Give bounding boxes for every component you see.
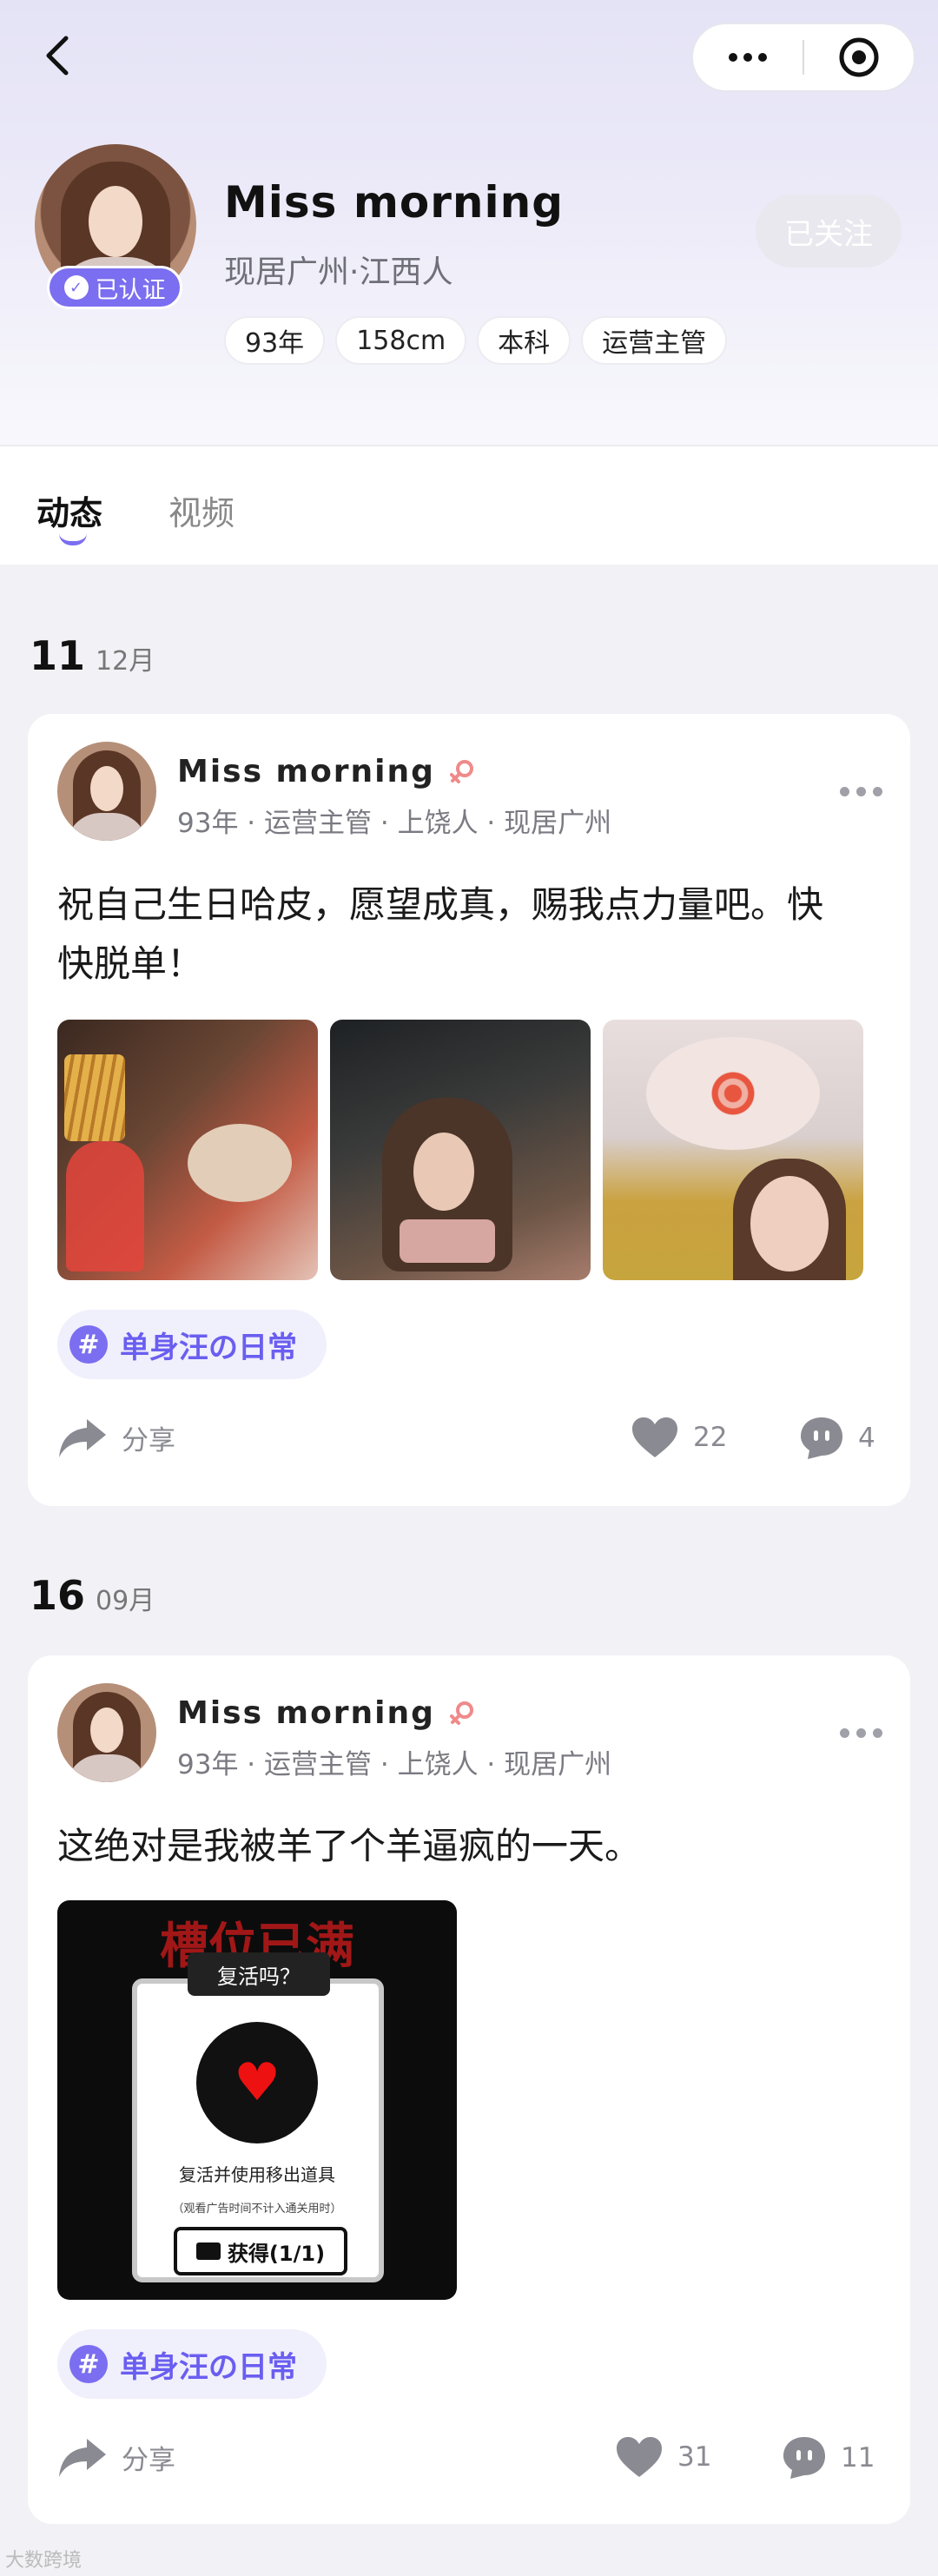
close-mini-program-button[interactable] xyxy=(804,24,914,90)
back-icon xyxy=(46,36,69,76)
post-card[interactable]: Miss morning 93年 · 运营主管 · 上饶人 · 现居广州 祝自己… xyxy=(28,714,910,1506)
post-image[interactable]: 槽位已满 复活吗？ ♥ 复活并使用移出道具 （观看广告时间不计入通关用时） 获得… xyxy=(57,1900,457,2300)
share-label: 分享 xyxy=(122,2444,175,2476)
heart-icon xyxy=(617,2437,662,2477)
share-button[interactable]: 分享 xyxy=(57,2435,175,2479)
author-avatar[interactable] xyxy=(57,742,156,841)
post-day: 16 xyxy=(30,1572,86,1619)
post-more-button[interactable] xyxy=(840,1728,882,1738)
share-button[interactable]: 分享 xyxy=(57,1416,175,1459)
tag-height: 158cm xyxy=(335,316,467,365)
game-button-label: 获得(1/1) xyxy=(227,2241,326,2266)
like-button[interactable]: 22 xyxy=(631,1416,727,1459)
tab-videos[interactable]: 视频 xyxy=(168,486,234,534)
post-month: 12月 xyxy=(96,646,155,677)
share-icon xyxy=(59,2439,106,2477)
post-card[interactable]: Miss morning 93年 · 运营主管 · 上饶人 · 现居广州 这绝对… xyxy=(28,1655,910,2524)
comment-icon xyxy=(801,1417,842,1459)
female-icon xyxy=(449,1701,473,1725)
hashtag-icon: # xyxy=(69,1325,108,1364)
heart-icon: ♥ xyxy=(196,2022,318,2143)
tag-job: 运营主管 xyxy=(581,316,728,365)
more-dot-icon xyxy=(840,1728,849,1738)
more-button[interactable] xyxy=(693,24,803,90)
heart-icon xyxy=(632,1417,677,1457)
hashtag-icon: # xyxy=(69,2345,108,2383)
post-image[interactable] xyxy=(57,1020,318,1280)
tag-age: 93年 xyxy=(224,316,326,365)
comment-button[interactable]: 11 xyxy=(782,2435,875,2480)
female-icon xyxy=(449,759,473,783)
post-image[interactable] xyxy=(603,1020,863,1280)
mini-program-capsule xyxy=(691,23,915,92)
topic-label: 单身汪の日常 xyxy=(120,1330,297,1365)
like-count: 31 xyxy=(677,2441,712,2473)
author-name-row: Miss morning xyxy=(177,754,477,789)
back-button[interactable] xyxy=(35,31,83,80)
tag-education: 本科 xyxy=(477,316,571,365)
tab-bar: 动态 视频 xyxy=(0,445,938,565)
post-date: 11 12月 xyxy=(30,632,155,679)
author-name: Miss morning xyxy=(177,1695,435,1731)
comment-count: 4 xyxy=(858,1423,875,1454)
game-button: 获得(1/1) xyxy=(174,2227,347,2275)
follow-button[interactable]: 已关注 xyxy=(756,195,902,268)
post-day: 11 xyxy=(30,632,86,679)
more-icon xyxy=(729,53,767,62)
comment-count: 11 xyxy=(841,2442,875,2474)
verified-badge: ✓ 已认证 xyxy=(47,266,182,309)
share-icon xyxy=(59,1419,106,1457)
post-text: 祝自己生日哈皮，愿望成真，赐我点力量吧。快快脱单！ xyxy=(57,883,824,985)
game-label: 复活并使用移出道具 xyxy=(179,2164,335,2185)
verified-label: 已认证 xyxy=(95,276,166,304)
video-icon xyxy=(195,2242,221,2260)
post-text: 这绝对是我被羊了个羊逼疯的一天。 xyxy=(57,1825,642,1867)
author-meta: 93年 · 运营主管 · 上饶人 · 现居广州 xyxy=(177,1749,612,1780)
share-label: 分享 xyxy=(122,1424,175,1456)
post-more-button[interactable] xyxy=(840,787,882,796)
like-count: 22 xyxy=(693,1422,728,1453)
verified-icon: ✓ xyxy=(63,275,89,300)
comment-button[interactable]: 4 xyxy=(799,1416,875,1461)
tab-indicator xyxy=(59,533,87,545)
profile-name: Miss morning xyxy=(224,177,565,228)
post-month: 09月 xyxy=(96,1586,155,1616)
like-button[interactable]: 31 xyxy=(615,2435,711,2479)
author-meta: 93年 · 运营主管 · 上饶人 · 现居广州 xyxy=(177,808,612,839)
tab-moments[interactable]: 动态 xyxy=(36,486,102,534)
topic-tag[interactable]: # 单身汪の日常 xyxy=(57,1310,327,1379)
target-icon xyxy=(839,37,879,77)
watermark: 大数跨境 xyxy=(5,2550,83,2572)
author-name: Miss morning xyxy=(177,754,435,789)
game-subtitle: 复活吗？ xyxy=(188,1952,330,1996)
post-date: 16 09月 xyxy=(30,1572,155,1619)
author-name-row: Miss morning xyxy=(177,1695,477,1731)
post-image[interactable] xyxy=(330,1020,591,1280)
profile-location: 现居广州·江西人 xyxy=(224,254,453,290)
profile-header: ✓ 已认证 Miss morning 现居广州·江西人 93年 158cm 本科… xyxy=(0,0,938,445)
game-note: （观看广告时间不计入通关用时） xyxy=(172,2203,342,2216)
more-dot-icon xyxy=(840,787,849,796)
topic-tag[interactable]: # 单身汪の日常 xyxy=(57,2329,327,2399)
profile-tags: 93年 158cm 本科 运营主管 xyxy=(224,316,728,365)
comment-icon xyxy=(783,2437,825,2479)
topic-label: 单身汪の日常 xyxy=(120,2349,297,2385)
author-avatar[interactable] xyxy=(57,1683,156,1782)
